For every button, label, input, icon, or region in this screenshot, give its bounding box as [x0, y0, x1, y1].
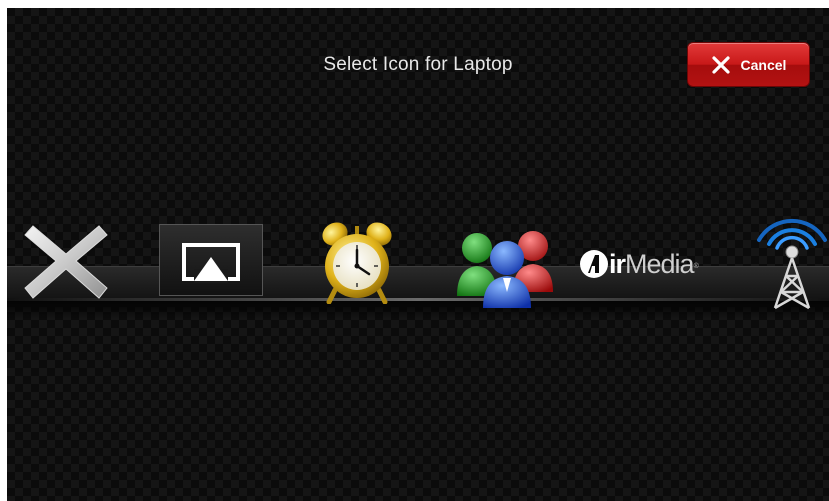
antenna-tower-option[interactable]	[755, 214, 829, 310]
people-group-icon	[457, 231, 553, 308]
airmedia-text-media: Media	[625, 248, 695, 279]
close-icon	[711, 55, 730, 74]
cancel-button[interactable]: Cancel	[687, 42, 810, 87]
alarm-clock-icon	[322, 222, 392, 305]
airplay-icon	[182, 243, 240, 283]
x-icon-option[interactable]	[21, 218, 111, 304]
x-icon	[24, 225, 108, 299]
cancel-label: Cancel	[740, 56, 787, 73]
airmedia-option[interactable]: ir Media ®	[579, 246, 729, 282]
airmedia-trademark: ®	[693, 263, 699, 270]
airplay-option[interactable]	[159, 224, 263, 296]
airmedia-logo	[580, 250, 608, 278]
airmedia-text-ir: ir	[609, 248, 626, 279]
alarm-clock-option[interactable]	[319, 218, 395, 305]
antenna-tower-icon	[757, 218, 827, 310]
shelf-shadow	[7, 301, 829, 319]
people-group-option[interactable]	[453, 222, 557, 310]
icon-picker-screen: Select Icon for Laptop Cancel ir Media ®	[7, 8, 829, 501]
